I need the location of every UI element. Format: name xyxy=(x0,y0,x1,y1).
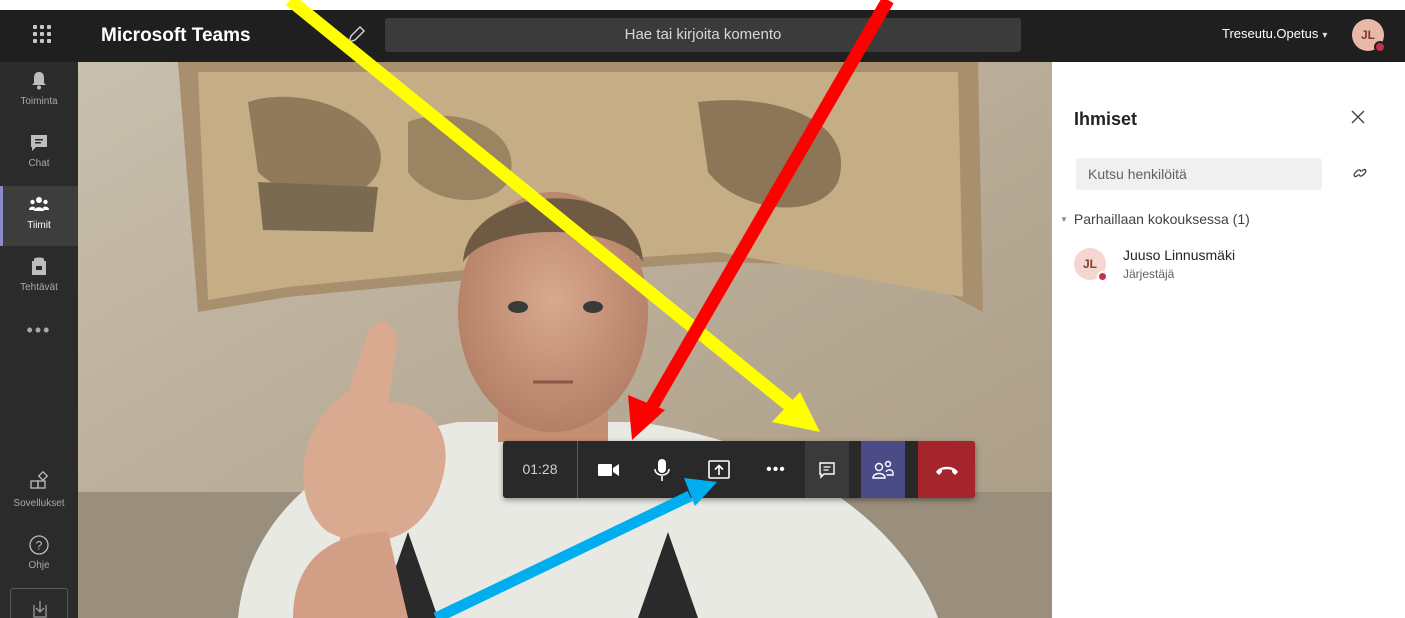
rail-label: Chat xyxy=(28,158,50,169)
download-app-button[interactable] xyxy=(10,588,68,618)
svg-text:?: ? xyxy=(36,539,43,553)
close-icon[interactable] xyxy=(1349,108,1367,126)
participant-avatar: JL xyxy=(1074,248,1108,282)
call-controls-bar: 01:28 ••• xyxy=(503,441,975,498)
section-title: Parhaillaan kokouksessa (1) xyxy=(1073,211,1250,227)
help-icon: ? xyxy=(29,535,49,555)
call-timer: 01:28 xyxy=(522,461,558,477)
bell-icon xyxy=(32,72,46,90)
user-avatar[interactable]: JL xyxy=(1352,19,1386,53)
in-meeting-section-header[interactable]: ▼ Parhaillaan kokouksessa (1) xyxy=(1060,211,1250,227)
collapse-triangle-icon: ▼ xyxy=(1060,215,1068,224)
busy-status-icon xyxy=(1097,271,1108,282)
search-input[interactable]: Hae tai kirjoita komento xyxy=(385,18,1021,52)
rail-label: Tiimit xyxy=(27,220,51,231)
participant-name: Juuso Linnusmäki xyxy=(1123,247,1236,263)
teams-window: Microsoft Teams Hae tai kirjoita komento… xyxy=(0,0,1405,618)
busy-status-icon xyxy=(1374,41,1386,53)
more-actions-button[interactable]: ••• xyxy=(754,441,798,498)
org-switcher[interactable]: Treseutu.Opetus ▾ xyxy=(1222,26,1327,41)
chat-icon xyxy=(31,135,47,151)
participants-icon xyxy=(872,460,894,479)
video-camera-icon xyxy=(598,463,619,476)
rail-item-assignments[interactable]: Tehtävät xyxy=(0,248,78,308)
user-initials: JL xyxy=(1360,28,1375,42)
show-participants-button[interactable] xyxy=(861,441,905,498)
participant-item[interactable]: JL Juuso Linnusmäki Järjestäjä xyxy=(1074,246,1374,290)
hang-up-button[interactable] xyxy=(918,441,975,498)
hang-up-icon xyxy=(935,466,958,475)
more-apps-button[interactable]: ••• xyxy=(0,320,78,341)
microphone-icon xyxy=(654,458,670,481)
app-title: Microsoft Teams xyxy=(101,25,251,46)
participant-video-image xyxy=(78,62,1052,618)
assignments-icon xyxy=(32,257,46,275)
apps-icon xyxy=(30,470,49,489)
rail-label: Ohje xyxy=(28,560,50,571)
rail-item-apps[interactable]: Sovellukset xyxy=(0,464,78,524)
panel-title: Ihmiset xyxy=(1074,109,1138,129)
rail-label: Sovellukset xyxy=(13,498,65,509)
rail-label: Tehtävät xyxy=(20,282,58,293)
show-conversation-button[interactable] xyxy=(805,441,849,498)
share-screen-button[interactable] xyxy=(697,441,741,498)
participant-initials: JL xyxy=(1082,257,1097,271)
compose-icon[interactable] xyxy=(345,24,367,46)
app-rail: Toiminta Chat Tiimit Tehtävät ••• Sovell… xyxy=(0,62,78,618)
app-launcher-icon[interactable] xyxy=(30,22,54,46)
rail-label: Toiminta xyxy=(20,96,58,107)
participant-role: Järjestäjä xyxy=(1123,267,1175,281)
chat-icon xyxy=(819,461,835,479)
invite-people-input[interactable] xyxy=(1076,158,1322,190)
microphone-toggle-button[interactable] xyxy=(640,441,684,498)
rail-item-chat[interactable]: Chat xyxy=(0,124,78,184)
rail-item-teams[interactable]: Tiimit xyxy=(0,186,78,246)
camera-toggle-button[interactable] xyxy=(587,441,631,498)
title-bar: Microsoft Teams Hae tai kirjoita komento… xyxy=(0,10,1405,62)
chevron-down-icon: ▾ xyxy=(1322,30,1328,41)
divider xyxy=(577,441,578,498)
copy-link-icon[interactable] xyxy=(1351,164,1369,182)
rail-item-activity[interactable]: Toiminta xyxy=(0,62,78,122)
org-name: Treseutu.Opetus xyxy=(1222,26,1319,41)
video-feed xyxy=(78,62,1052,618)
teams-icon xyxy=(29,197,49,211)
download-icon xyxy=(33,601,47,618)
share-screen-icon xyxy=(708,459,730,479)
rail-item-help[interactable]: ? Ohje xyxy=(0,526,78,586)
people-panel: Ihmiset ▼ Parhaillaan kokouksessa (1) JL … xyxy=(1052,62,1405,618)
